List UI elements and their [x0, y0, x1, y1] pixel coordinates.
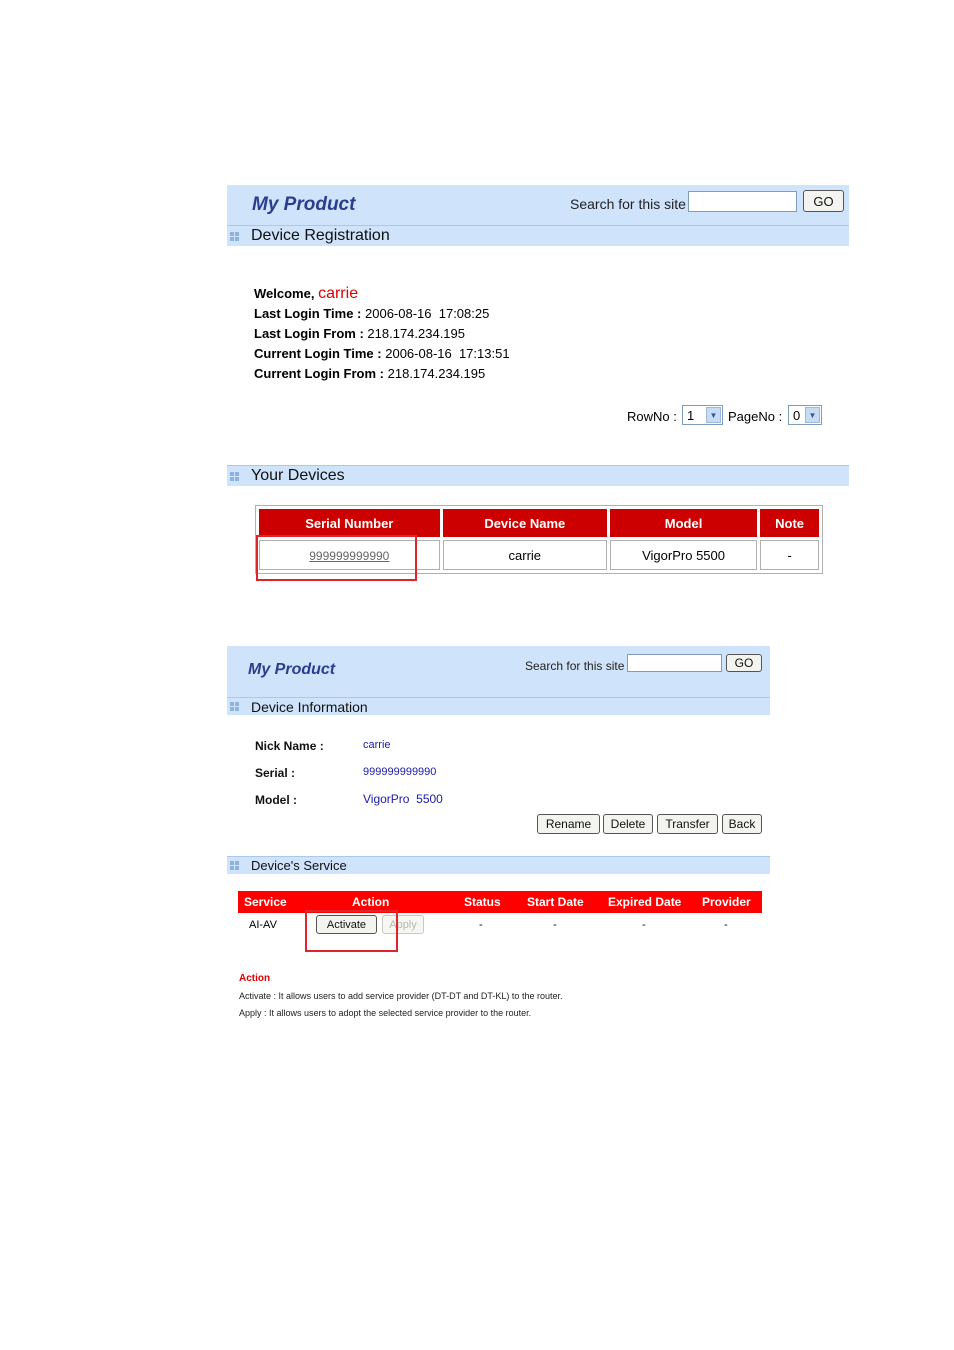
- your-devices-bar: Your Devices: [227, 465, 849, 486]
- section-bullet-icon: [230, 861, 239, 870]
- column-header: Serial Number: [259, 509, 440, 537]
- device-name-cell: carrie: [442, 540, 607, 570]
- delete-button[interactable]: Delete: [603, 814, 653, 834]
- model-value: VigorPro 5500: [363, 792, 443, 806]
- section-bullet-icon: [230, 702, 239, 711]
- transfer-button[interactable]: Transfer: [657, 814, 718, 834]
- your-devices-title: Your Devices: [251, 467, 345, 484]
- login-info-row: Current Login From : 218.174.234.195: [254, 366, 486, 381]
- panel2-search-label: Search for this site: [525, 659, 625, 673]
- panel1-title: My Product: [252, 194, 356, 215]
- column-header: Expired Date: [608, 895, 682, 909]
- action-note-activate: Activate : It allows users to add servic…: [239, 991, 563, 1001]
- service-section-title: Device's Service: [251, 858, 347, 873]
- pageno-select[interactable]: 0 ▼: [788, 405, 822, 425]
- rowno-select[interactable]: 1 ▼: [682, 405, 723, 425]
- column-header: Model: [609, 509, 758, 537]
- nick-name-value: carrie: [363, 739, 391, 751]
- panel1-go-button[interactable]: GO: [803, 190, 844, 212]
- model-label: Model :: [255, 793, 297, 807]
- column-header: Provider: [702, 895, 751, 909]
- panel2-section-bar: Device Information: [227, 697, 770, 715]
- note-cell: -: [760, 540, 819, 570]
- column-header: Action: [352, 895, 390, 909]
- provider-cell: -: [724, 919, 728, 931]
- panel2-search-input[interactable]: [627, 654, 722, 672]
- pageno-label: PageNo :: [728, 409, 783, 424]
- nick-name-label: Nick Name :: [255, 739, 324, 753]
- start-date-cell: -: [553, 919, 557, 931]
- service-section-bar: Device's Service: [227, 856, 770, 874]
- chevron-down-icon: ▼: [805, 407, 820, 423]
- panel2-header: My Product Search for this site GO: [227, 646, 770, 697]
- activate-highlight-box: [305, 910, 398, 952]
- chevron-down-icon: ▼: [706, 407, 721, 423]
- serial-value: 999999999990: [363, 766, 437, 778]
- serial-label: Serial :: [255, 766, 296, 780]
- column-header: Start Date: [527, 895, 584, 909]
- login-info-row: Last Login Time : 2006-08-16 17:08:25: [254, 306, 490, 321]
- section-bullet-icon: [230, 231, 239, 241]
- panel2-title: My Product: [248, 661, 336, 678]
- welcome-prefix: Welcome,: [254, 286, 315, 301]
- welcome-username: carrie: [318, 285, 359, 302]
- action-note-apply: Apply : It allows users to adopt the sel…: [239, 1008, 532, 1018]
- panel1-header: My Product Search for this site GO: [227, 185, 849, 225]
- action-title: Action: [239, 973, 271, 984]
- column-header: Note: [760, 509, 819, 537]
- column-header: Service: [244, 895, 287, 909]
- status-cell: -: [479, 919, 483, 931]
- panel1-section-bar: Device Registration: [227, 225, 849, 246]
- serial-highlight-box: [256, 535, 417, 581]
- panel1-search-input[interactable]: [688, 191, 797, 212]
- expired-date-cell: -: [642, 919, 646, 931]
- login-info-row: Current Login Time : 2006-08-16 17:13:51: [254, 346, 510, 361]
- welcome-line: Welcome, carrie: [254, 284, 510, 304]
- back-button[interactable]: Back: [722, 814, 762, 834]
- panel2-section-title: Device Information: [251, 698, 368, 715]
- table-header-row: Serial Number Device Name Model Note: [259, 509, 819, 537]
- login-info: Welcome, carrie Last Login Time : 2006-0…: [254, 284, 510, 384]
- rowno-label: RowNo :: [627, 409, 677, 424]
- service-name: AI-AV: [249, 919, 277, 931]
- rename-button[interactable]: Rename: [537, 814, 600, 834]
- panel1-search-label: Search for this site: [570, 196, 686, 212]
- column-header: Status: [464, 895, 501, 909]
- column-header: Device Name: [442, 509, 607, 537]
- panel2-go-button[interactable]: GO: [726, 654, 762, 672]
- login-info-row: Last Login From : 218.174.234.195: [254, 326, 466, 341]
- panel1-section-title: Device Registration: [251, 227, 390, 244]
- section-bullet-icon: [230, 471, 239, 481]
- model-cell: VigorPro 5500: [609, 540, 758, 570]
